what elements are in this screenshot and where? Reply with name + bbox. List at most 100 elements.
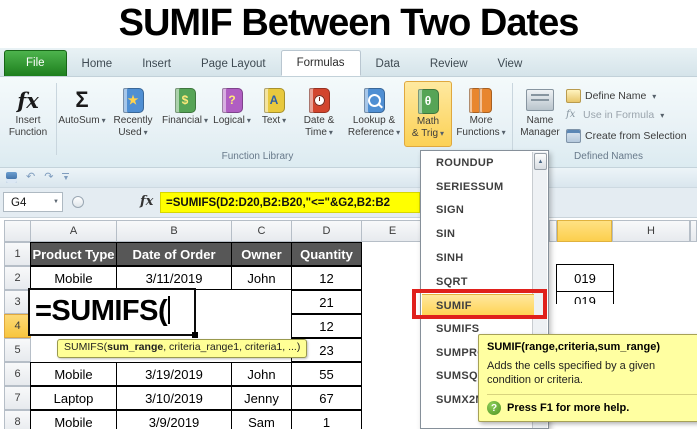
save-icon[interactable]	[6, 172, 17, 183]
use-in-formula-icon: fx	[566, 109, 576, 120]
tab-file[interactable]: File	[4, 50, 67, 76]
table-cell[interactable]: 3/9/2019	[116, 410, 232, 429]
menu-item-seriessum[interactable]: SERIESSUM	[422, 176, 534, 200]
text-button[interactable]: A Text ▾	[254, 81, 294, 147]
button-label: Use in Formula	[583, 109, 655, 121]
table-cell[interactable]: Sam	[231, 410, 292, 429]
button-label: Financial	[161, 115, 202, 126]
column-header-B[interactable]: B	[116, 220, 232, 242]
button-label: & Trig	[411, 127, 439, 139]
more-functions-button[interactable]: More Functions ▾	[452, 81, 510, 147]
date-time-button[interactable]: Date & Time ▾	[294, 81, 344, 147]
button-label: Function	[8, 126, 48, 138]
table-cell[interactable]: 21	[291, 290, 362, 314]
book-icon	[363, 87, 385, 113]
undo-icon[interactable]: ↶	[26, 172, 35, 183]
formula-bar-collapse-icon[interactable]	[72, 196, 84, 208]
column-header-partial[interactable]	[690, 220, 697, 242]
name-box-arrow-icon[interactable]: ▼	[50, 192, 62, 212]
table-cell[interactable]: 12	[291, 314, 362, 338]
column-header-h[interactable]: H	[612, 220, 690, 242]
menu-item-sin[interactable]: SIN	[422, 223, 534, 247]
select-all-corner[interactable]	[4, 220, 31, 242]
column-header-selected-g[interactable]	[557, 220, 612, 242]
row-header-8[interactable]: 8	[4, 410, 31, 429]
table-header-cell[interactable]: Quantity	[291, 242, 362, 266]
table-header-cell[interactable]: Owner	[231, 242, 292, 266]
ribbon-separator	[56, 83, 57, 155]
table-cell[interactable]: 3/19/2019	[116, 362, 232, 386]
autosum-button[interactable]: Σ AutoSum ▾	[58, 81, 106, 147]
g-column-cell-clipped[interactable]: 019	[556, 292, 614, 304]
create-from-selection-button[interactable]: Create from Selection	[566, 129, 687, 143]
menu-item-sinh[interactable]: SINH	[422, 247, 534, 271]
column-header-D[interactable]: D	[291, 220, 362, 242]
tab-view[interactable]: View	[483, 53, 538, 76]
book-icon: ★	[122, 87, 144, 113]
customize-qat-icon[interactable]: ▼	[62, 173, 70, 182]
row-header-3[interactable]: 3	[4, 290, 31, 314]
fill-handle[interactable]	[192, 332, 198, 338]
table-cell[interactable]: Mobile	[30, 410, 117, 429]
math-trig-button[interactable]: θ Math & Trig ▾	[404, 81, 452, 147]
tab-home[interactable]: Home	[67, 53, 128, 76]
button-label: Functions	[456, 126, 500, 138]
table-cell[interactable]: 3/11/2019	[116, 266, 232, 290]
column-header-C[interactable]: C	[231, 220, 292, 242]
table-cell[interactable]: 67	[291, 386, 362, 410]
button-label: Manager	[520, 126, 560, 138]
table-cell[interactable]: Laptop	[30, 386, 117, 410]
text-cursor	[168, 296, 171, 324]
tab-formulas[interactable]: Formulas	[280, 50, 361, 76]
table-cell[interactable]: 55	[291, 362, 362, 386]
button-label: Lookup &	[352, 115, 396, 126]
table-cell[interactable]: 1	[291, 410, 362, 429]
g-column-cell[interactable]: 019	[556, 264, 614, 292]
dropdown-arrow-icon: ▾	[143, 127, 148, 137]
row-header-2[interactable]: 2	[4, 266, 31, 290]
tab-page-layout[interactable]: Page Layout	[186, 53, 281, 76]
book-icon: A	[263, 87, 285, 113]
hint-prefix: SUMIFS(	[64, 341, 108, 353]
column-header-A[interactable]: A	[30, 220, 117, 242]
insert-function-fx-icon[interactable]: fx	[140, 194, 153, 209]
financial-button[interactable]: $ Financial ▾	[160, 81, 210, 147]
define-name-button[interactable]: Define Name ▾	[566, 89, 656, 103]
column-header-partial[interactable]	[549, 220, 557, 242]
menu-item-roundup[interactable]: ROUNDUP	[422, 152, 534, 176]
row-header-6[interactable]: 6	[4, 362, 31, 386]
hint-rest: , criteria_range1, criteria1, ...)	[163, 341, 301, 353]
table-cell[interactable]: Mobile	[30, 362, 117, 386]
ribbon: Function Library Defined Names fx Insert F…	[0, 77, 697, 168]
table-cell[interactable]: Jenny	[231, 386, 292, 410]
dropdown-arrow-icon: ▾	[282, 116, 287, 125]
table-header-cell[interactable]: Date of Order	[116, 242, 232, 266]
row-header-1[interactable]: 1	[4, 242, 31, 266]
table-header-cell[interactable]: Product Type	[30, 242, 117, 266]
row-header-4[interactable]: 4	[4, 314, 31, 338]
tab-insert[interactable]: Insert	[127, 53, 186, 76]
cell-editor-text: =SUMIFS(	[35, 295, 168, 327]
row-header-7[interactable]: 7	[4, 386, 31, 410]
cell-editor-overlay[interactable]: =SUMIFS(	[28, 288, 198, 338]
scroll-up-icon[interactable]: ▲	[534, 153, 547, 170]
lookup-reference-button[interactable]: Lookup & Reference ▾	[344, 81, 404, 147]
redo-icon[interactable]: ↷	[44, 172, 53, 183]
table-cell[interactable]: John	[231, 266, 292, 290]
logical-button[interactable]: ? Logical ▾	[210, 81, 254, 147]
menu-item-sign[interactable]: SIGN	[422, 199, 534, 223]
help-question-icon: ?	[487, 401, 501, 415]
insert-function-button[interactable]: fx Insert Function	[2, 81, 54, 147]
table-cell[interactable]: John	[231, 362, 292, 386]
formula-input[interactable]: =SUMIFS(D2:D20,B2:B20,"<="&G2,B2:B2	[160, 192, 420, 213]
table-cell[interactable]: Mobile	[30, 266, 117, 290]
column-header-E[interactable]: E	[361, 220, 424, 242]
recently-used-button[interactable]: ★ Recently Used ▾	[106, 81, 160, 147]
row-header-5[interactable]: 5	[4, 338, 31, 362]
name-manager-button[interactable]: Name Manager	[516, 81, 564, 147]
table-cell[interactable]: 3/10/2019	[116, 386, 232, 410]
table-cell[interactable]: 12	[291, 266, 362, 290]
tab-review[interactable]: Review	[415, 53, 483, 76]
dropdown-arrow-icon: ▾	[204, 116, 209, 125]
tab-data[interactable]: Data	[361, 53, 415, 76]
